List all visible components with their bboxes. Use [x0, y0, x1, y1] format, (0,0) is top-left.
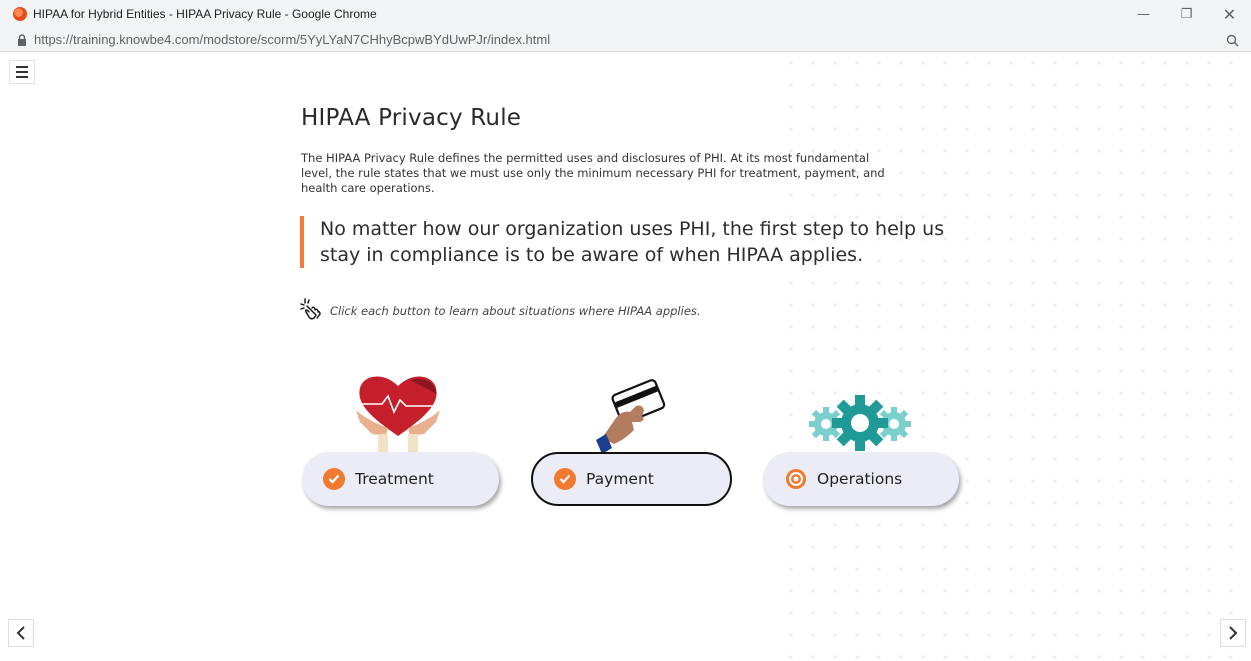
operations-button[interactable]: Operations: [763, 452, 959, 506]
site-favicon-icon: [13, 7, 27, 21]
url-text[interactable]: https://training.knowbe4.com/modstore/sc…: [34, 32, 550, 47]
checkmark-icon: [554, 468, 576, 490]
treatment-heart-hands-illustration: [352, 370, 444, 458]
page-title: HIPAA Privacy Rule: [301, 105, 522, 131]
lock-icon: [17, 33, 27, 46]
payment-button[interactable]: Payment: [531, 452, 732, 506]
previous-arrow-icon[interactable]: [8, 619, 34, 647]
checkmark-icon: [323, 468, 345, 490]
intro-paragraph: The HIPAA Privacy Rule defines the permi…: [301, 151, 885, 195]
zoom-icon[interactable]: [1226, 32, 1239, 51]
address-bar[interactable]: https://training.knowbe4.com/modstore/sc…: [0, 28, 1251, 52]
treatment-label: Treatment: [355, 470, 434, 488]
browser-title-bar: HIPAA for Hybrid Entities - HIPAA Privac…: [0, 0, 1251, 28]
instruction-hint: Click each button to learn about situati…: [300, 298, 701, 324]
hint-text: Click each button to learn about situati…: [330, 304, 701, 318]
operations-gears-illustration: [808, 392, 912, 454]
treatment-button[interactable]: Treatment: [302, 452, 499, 506]
course-content: HIPAA Privacy Rule The HIPAA Privacy Rul…: [0, 52, 1251, 661]
payment-label: Payment: [586, 470, 654, 488]
payment-card-hand-illustration: [590, 378, 670, 454]
menu-hamburger-icon[interactable]: [9, 60, 35, 84]
target-ring-icon: [785, 468, 807, 490]
dotted-background-pattern: [780, 52, 1251, 661]
tap-hand-icon: [300, 298, 324, 324]
window-title: HIPAA for Hybrid Entities - HIPAA Privac…: [33, 7, 377, 21]
minimize-icon[interactable]: —: [1122, 0, 1165, 28]
close-icon[interactable]: ✕: [1208, 0, 1251, 28]
restore-icon[interactable]: ❐: [1165, 0, 1208, 28]
operations-label: Operations: [817, 470, 903, 488]
window-controls: — ❐ ✕: [1122, 0, 1251, 28]
callout-quote: No matter how our organization uses PHI,…: [300, 216, 990, 268]
next-arrow-icon[interactable]: [1220, 619, 1246, 647]
